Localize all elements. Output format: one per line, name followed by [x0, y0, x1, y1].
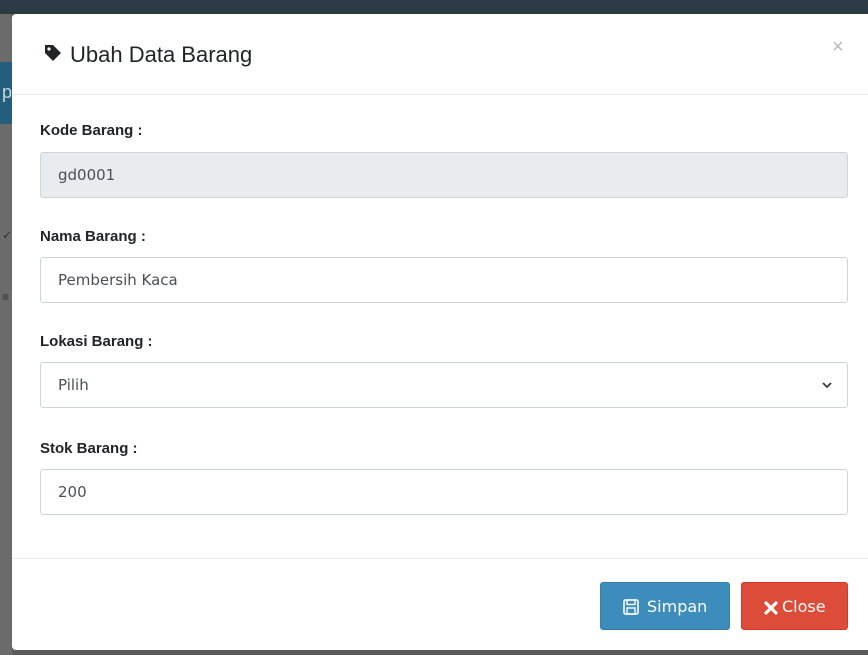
lokasi-barang-selected: Pilih: [58, 376, 89, 394]
background-topbar: [0, 0, 868, 14]
close-button[interactable]: Close: [741, 582, 848, 630]
kode-barang-field: gd0001: [40, 152, 848, 198]
save-button[interactable]: Simpan: [600, 582, 730, 630]
x-icon: [764, 601, 778, 615]
modal-title: Ubah Data Barang: [70, 42, 253, 67]
edit-item-modal: Ubah Data Barang × Kode Barang : gd0001 …: [12, 14, 868, 650]
stok-barang-field[interactable]: 200: [40, 469, 848, 515]
tag-icon: [45, 45, 61, 61]
close-icon[interactable]: ×: [832, 36, 844, 59]
close-button-label: Close: [782, 597, 826, 616]
background-check-icon: ✓: [2, 228, 13, 242]
kode-barang-value: gd0001: [58, 166, 116, 184]
stok-barang-value: 200: [58, 483, 87, 501]
nama-barang-field[interactable]: Pembersih Kaca: [40, 257, 848, 303]
modal-header: Ubah Data Barang ×: [12, 14, 868, 95]
nama-barang-label: Nama Barang :: [40, 228, 146, 245]
lokasi-barang-select[interactable]: Pilih: [40, 362, 848, 408]
modal-footer: Simpan Close: [12, 558, 868, 651]
save-button-label: Simpan: [647, 597, 708, 616]
lokasi-barang-label: Lokasi Barang :: [40, 333, 153, 350]
background-list-icon: ≡: [2, 290, 10, 304]
kode-barang-label: Kode Barang :: [40, 122, 143, 139]
nama-barang-value: Pembersih Kaca: [58, 271, 178, 289]
background-content-header: p: [0, 62, 12, 124]
stok-barang-label: Stok Barang :: [40, 440, 138, 457]
background-bottom-edge: [12, 650, 868, 655]
chevron-down-icon: [822, 382, 832, 389]
background-header-text: p: [2, 82, 13, 102]
floppy-disk-icon: [623, 599, 639, 615]
